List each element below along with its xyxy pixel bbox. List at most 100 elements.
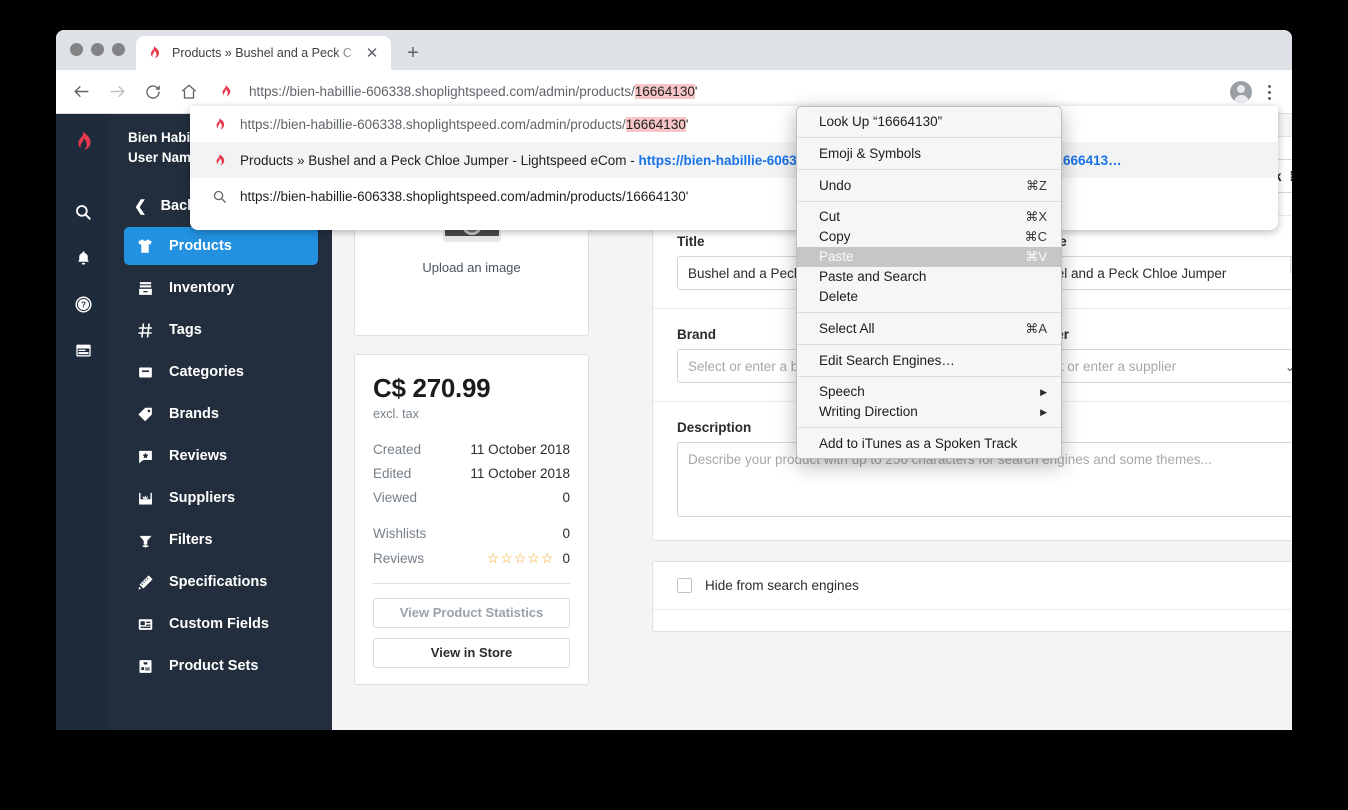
context-menu-item-select-all[interactable]: Select All ⌘A bbox=[797, 318, 1061, 339]
funnel-icon bbox=[134, 532, 156, 549]
factory-icon bbox=[134, 490, 156, 507]
context-menu-item-writing-direction[interactable]: Writing Direction ▶ bbox=[797, 402, 1061, 422]
context-menu-item-delete[interactable]: Delete bbox=[797, 287, 1061, 307]
folder-icon bbox=[134, 364, 156, 381]
context-menu-item-label: Copy bbox=[819, 229, 851, 244]
icon-rail: ? bbox=[56, 114, 110, 730]
hide-from-search-row[interactable]: Hide from search engines bbox=[653, 562, 1292, 609]
lightspeed-flame-icon bbox=[212, 153, 240, 168]
stat-label: Viewed bbox=[373, 490, 418, 505]
context-menu-item-add-to-itunes[interactable]: Add to iTunes as a Spoken Track bbox=[797, 433, 1061, 454]
url-tail: ' bbox=[694, 84, 698, 99]
lightspeed-flame-icon bbox=[222, 84, 231, 97]
product-set-icon bbox=[134, 658, 156, 675]
context-menu-separator bbox=[797, 137, 1061, 138]
browser-menu-icon[interactable] bbox=[1258, 80, 1280, 104]
sidebar-item-inventory[interactable]: Inventory bbox=[124, 269, 318, 307]
sidebar-item-label: Suppliers bbox=[169, 490, 236, 507]
sidebar-item-custom-fields[interactable]: Custom Fields bbox=[124, 605, 318, 643]
stat-value: 11 October 2018 bbox=[470, 442, 570, 457]
ruler-pencil-icon bbox=[134, 574, 156, 591]
address-bar[interactable]: https://bien-habillie-606338.shoplightsp… bbox=[218, 78, 1274, 106]
upload-image-label: Upload an image bbox=[422, 259, 521, 275]
omnibox-suggestion-row[interactable]: https://bien-habillie-606338.shoplightsp… bbox=[190, 178, 1278, 214]
sidebar-item-brands[interactable]: Brands bbox=[124, 395, 318, 433]
context-menu-separator bbox=[797, 344, 1061, 345]
sidebar-item-label: Specifications bbox=[169, 574, 268, 591]
stat-value: 0 bbox=[562, 526, 570, 541]
chevron-left-icon: ❮ bbox=[134, 198, 147, 216]
reload-icon[interactable] bbox=[138, 77, 168, 107]
view-in-store-button[interactable]: View in Store bbox=[373, 638, 570, 668]
context-menu-item-label: Cut bbox=[819, 209, 841, 224]
tshirt-icon bbox=[134, 237, 156, 255]
close-window-button[interactable] bbox=[70, 43, 83, 56]
sidebar-item-products[interactable]: Products bbox=[124, 227, 318, 266]
profile-avatar[interactable] bbox=[1230, 81, 1252, 103]
suggestion-path: /admin/products/ bbox=[525, 116, 626, 132]
home-icon[interactable] bbox=[174, 77, 204, 107]
sidebar-item-categories[interactable]: Categories bbox=[124, 353, 318, 391]
stat-label: Created bbox=[373, 442, 422, 457]
context-menu-item-speech[interactable]: Speech ▶ bbox=[797, 382, 1061, 402]
stat-row: Created 11 October 2018 bbox=[373, 442, 570, 457]
sidebar-item-filters[interactable]: Filters bbox=[124, 521, 318, 559]
suggestion-host: https://bien-habillie-606338.shoplightsp… bbox=[240, 116, 526, 132]
address-bar-url: https://bien-habillie-606338.shoplightsp… bbox=[249, 84, 697, 99]
lightspeed-logo-icon bbox=[71, 130, 95, 159]
bell-icon[interactable] bbox=[63, 235, 103, 281]
omnibox-suggestion-text: https://bien-habillie-606338.shoplightsp… bbox=[240, 188, 689, 204]
new-tab-button[interactable]: + bbox=[401, 41, 425, 65]
stat-row-reviews: Reviews ☆☆☆☆☆ 0 bbox=[373, 550, 570, 567]
seo-card: Hide from search engines bbox=[652, 561, 1292, 632]
help-circle-icon[interactable]: ? bbox=[63, 281, 103, 327]
context-menu-item-cut[interactable]: Cut ⌘X bbox=[797, 207, 1061, 227]
context-menu-item-edit-search-engines[interactable]: Edit Search Engines… bbox=[797, 350, 1061, 371]
context-menu-item-shortcut: ⌘X bbox=[1025, 209, 1047, 224]
sidebar-item-suppliers[interactable]: Suppliers bbox=[124, 479, 318, 517]
lightspeed-flame-icon bbox=[150, 46, 159, 59]
stat-label: Edited bbox=[373, 466, 412, 481]
browser-tab[interactable]: Products » Bushel and a Peck C ✕ bbox=[136, 36, 391, 70]
forward-arrow-icon bbox=[102, 77, 132, 107]
omnibox-suggestion-row[interactable]: Products » Bushel and a Peck Chloe Jumpe… bbox=[190, 142, 1278, 178]
context-menu-separator bbox=[797, 201, 1061, 202]
product-price: C$ 270.99 bbox=[373, 373, 491, 403]
context-menu-separator bbox=[797, 312, 1061, 313]
sidebar-item-label: Filters bbox=[169, 532, 213, 549]
sidebar-item-label: Inventory bbox=[169, 280, 235, 297]
hide-from-search-label: Hide from search engines bbox=[705, 578, 859, 593]
context-menu: Look Up “16664130” Emoji & Symbols Undo … bbox=[796, 106, 1062, 459]
context-menu-item-copy[interactable]: Copy ⌘C bbox=[797, 227, 1061, 247]
search-icon[interactable] bbox=[63, 189, 103, 235]
context-menu-item-paste[interactable]: Paste ⌘V bbox=[797, 247, 1061, 267]
context-menu-item-label: Select All bbox=[819, 320, 875, 336]
hide-from-search-checkbox[interactable] bbox=[677, 578, 692, 593]
context-menu-item-label: Edit Search Engines… bbox=[819, 352, 955, 368]
browser-window-icon[interactable] bbox=[63, 327, 103, 373]
lightspeed-flame-icon bbox=[212, 117, 240, 132]
sidebar-item-tags[interactable]: Tags bbox=[124, 311, 318, 349]
sidebar-item-specifications[interactable]: Specifications bbox=[124, 563, 318, 601]
close-icon[interactable]: ✕ bbox=[363, 44, 381, 62]
submenu-arrow-icon: ▶ bbox=[1040, 387, 1047, 397]
minimize-window-button[interactable] bbox=[91, 43, 104, 56]
context-menu-item-label: Paste and Search bbox=[819, 269, 927, 284]
maximize-window-button[interactable] bbox=[112, 43, 125, 56]
select-caret-icon: ⁞ bbox=[1290, 169, 1293, 184]
tab-strip: Products » Bushel and a Peck C ✕ + bbox=[56, 30, 1292, 70]
back-arrow-icon[interactable] bbox=[66, 77, 96, 107]
context-menu-item-emoji-symbols[interactable]: Emoji & Symbols bbox=[797, 143, 1061, 164]
rating-stars: ☆☆☆☆☆ bbox=[486, 550, 555, 566]
sidebar-item-product-sets[interactable]: Product Sets bbox=[124, 647, 318, 685]
context-menu-item-shortcut: ⌘Z bbox=[1026, 177, 1047, 193]
sidebar-item-label: Brands bbox=[169, 406, 219, 423]
comment-star-icon bbox=[134, 448, 156, 465]
context-menu-item-paste-and-search[interactable]: Paste and Search bbox=[797, 267, 1061, 287]
sidebar-item-reviews[interactable]: Reviews bbox=[124, 437, 318, 475]
context-menu-item-look-up[interactable]: Look Up “16664130” bbox=[797, 111, 1061, 132]
context-menu-item-label: Writing Direction bbox=[819, 404, 918, 419]
omnibox-suggestion-row[interactable]: https://bien-habillie-606338.shoplightsp… bbox=[190, 106, 1278, 142]
context-menu-item-undo[interactable]: Undo ⌘Z bbox=[797, 175, 1061, 196]
view-product-statistics-button[interactable]: View Product Statistics bbox=[373, 598, 570, 628]
